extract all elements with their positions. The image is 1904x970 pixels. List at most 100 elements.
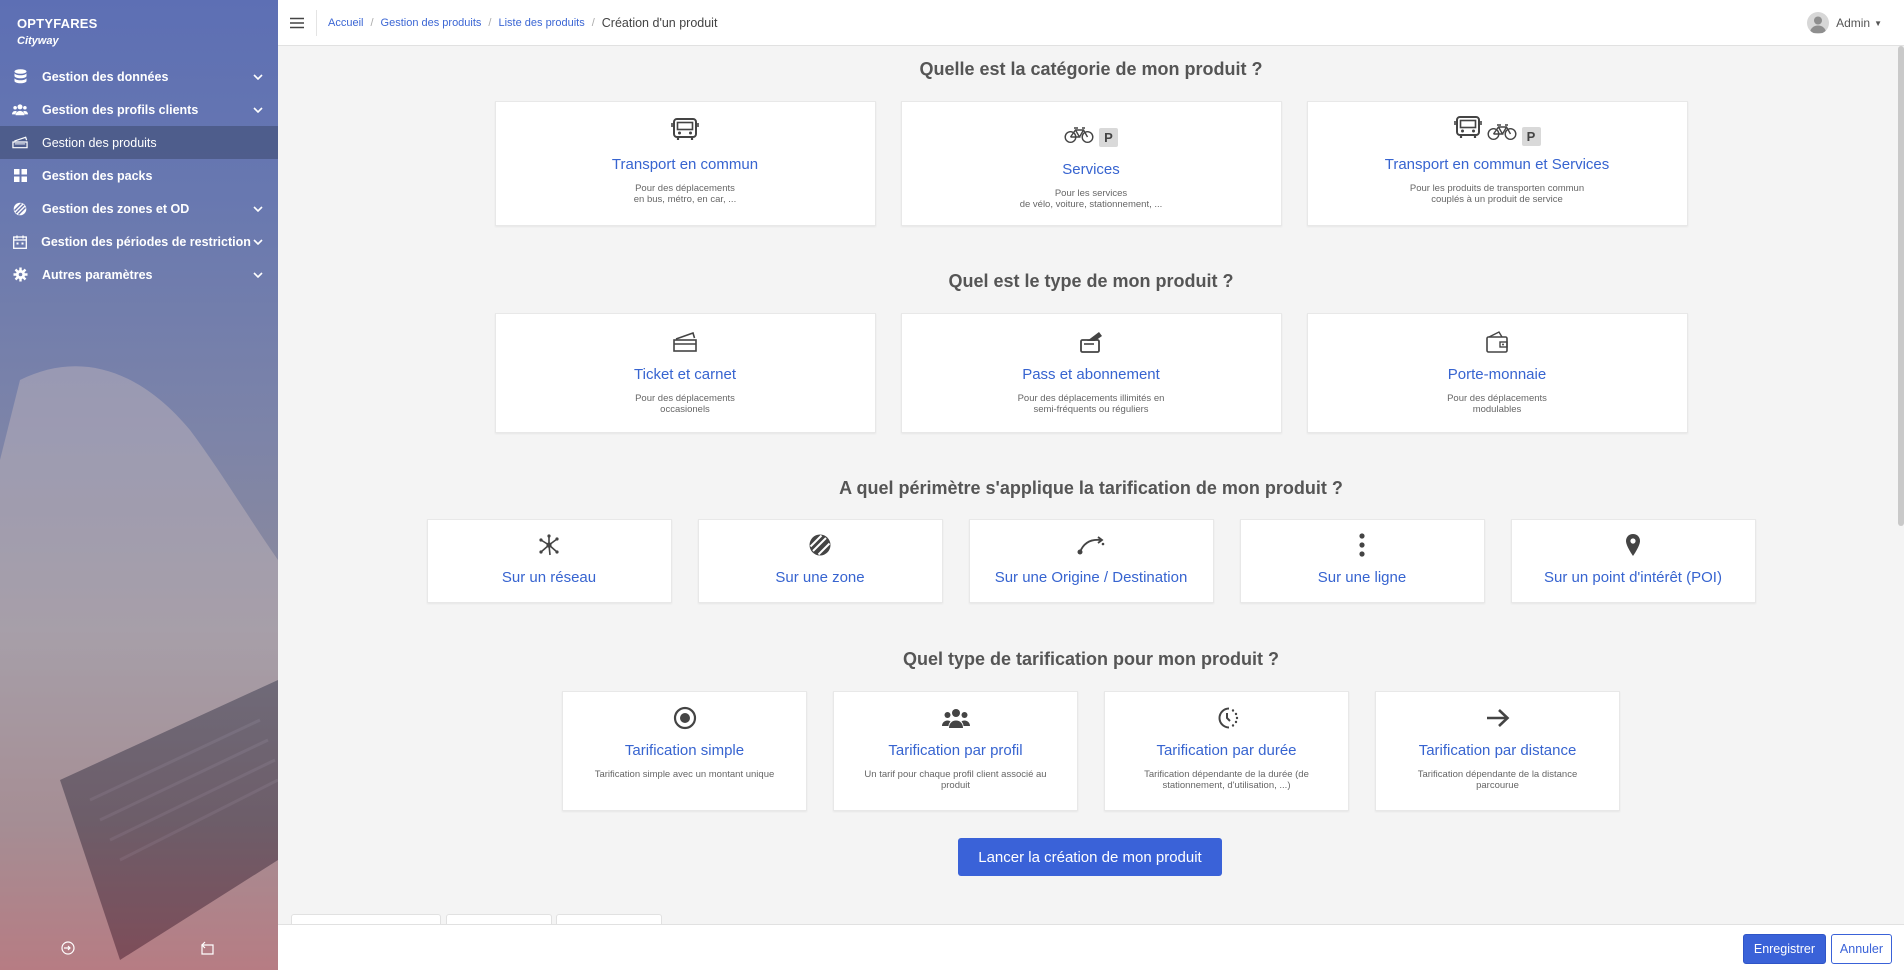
card-title: Sur un réseau: [501, 569, 597, 586]
launch-creation-button[interactable]: Lancer la création de mon produit: [958, 838, 1222, 876]
tab-stub[interactable]: [556, 914, 662, 924]
breadcrumb-current: Création d'un produit: [601, 16, 718, 30]
background-photo: [0, 366, 278, 970]
scope-card-poi[interactable]: Sur un point d'intérêt (POI): [1510, 519, 1756, 603]
user-menu[interactable]: Admin ▼: [1807, 12, 1882, 34]
card-description: Pour les services de vélo, voiture, stat…: [1019, 188, 1163, 210]
pricing-card-duration[interactable]: Tarification par durée Tarification dépe…: [1104, 691, 1349, 811]
bicycle-icon: [1064, 126, 1094, 149]
save-button[interactable]: Enregistrer: [1742, 934, 1826, 964]
bicycle-icon: [1486, 123, 1517, 146]
scope-card-network[interactable]: Sur un réseau: [426, 519, 672, 603]
bus-icon: [1453, 115, 1482, 146]
calendar-icon: [12, 234, 27, 250]
tab-stub[interactable]: [446, 914, 552, 924]
cancel-button[interactable]: Annuler: [1830, 934, 1892, 964]
category-card-transport-services[interactable]: P Transport en commun et Services Pour l…: [1306, 101, 1688, 226]
breadcrumb-separator: /: [370, 17, 374, 29]
parking-icon: P: [1099, 127, 1118, 147]
avatar: [1807, 12, 1830, 34]
breadcrumb-separator: /: [591, 17, 595, 29]
top-bar: Accueil / Gestion des produits / Liste d…: [278, 0, 1904, 46]
section-title-pricing: Quel type de tarification pour mon produ…: [902, 649, 1279, 669]
database-icon: [12, 69, 28, 85]
section-title-type: Quel est le type de mon produit ?: [948, 271, 1234, 291]
scrollbar-thumb[interactable]: [1898, 46, 1904, 526]
sidebar-item-label: Gestion des zones et OD: [42, 201, 190, 216]
breadcrumb: Accueil / Gestion des produits / Liste d…: [328, 16, 717, 30]
pricing-card-simple[interactable]: Tarification simple Tarification simple …: [562, 691, 807, 811]
product-wizard: Quelle est la catégorie de mon produit ?…: [278, 46, 1904, 924]
breadcrumb-products[interactable]: Gestion des produits: [381, 17, 482, 29]
user-name: Admin: [1836, 16, 1871, 30]
users-icon: [941, 708, 970, 733]
users-icon: [12, 102, 28, 118]
gear-icon: [12, 267, 28, 283]
type-card-wallet[interactable]: Porte-monnaie Pour des déplacements modu…: [1306, 313, 1688, 433]
type-card-ticket[interactable]: Ticket et carnet Pour des déplacements o…: [494, 313, 876, 433]
card-title: Transport en commun: [611, 156, 759, 173]
chevron-down-icon: [250, 205, 266, 212]
sidebar-item-zones[interactable]: Gestion des zones et OD: [0, 192, 278, 225]
brand-subtitle: Cityway: [17, 35, 59, 47]
chevron-down-icon: [251, 238, 266, 245]
card-title: Tarification simple: [624, 742, 745, 759]
category-cards: Transport en commun Pour des déplacement…: [278, 101, 1904, 226]
pass-icon: [1079, 331, 1103, 358]
sidebar-item-profils[interactable]: Gestion des profils clients: [0, 93, 278, 126]
card-description: Tarification dépendante de la distance p…: [1417, 769, 1578, 791]
card-description: Pour les produits de transporten commun …: [1409, 183, 1585, 205]
map-pin-icon: [1625, 533, 1641, 562]
breadcrumb-home[interactable]: Accueil: [328, 17, 363, 29]
sidebar-item-produits[interactable]: Gestion des produits: [0, 126, 278, 159]
card-title: Tarification par profil: [888, 742, 1023, 759]
scope-card-od[interactable]: Sur une Origine / Destination: [968, 519, 1214, 603]
logout-icon[interactable]: [60, 940, 76, 956]
route-icon: [1076, 534, 1106, 561]
type-card-pass[interactable]: Pass et abonnement Pour des déplacements…: [900, 313, 1282, 433]
sidebar-item-label: Gestion des périodes de restriction: [41, 234, 251, 249]
breadcrumb-product-list[interactable]: Liste des produits: [498, 17, 584, 29]
sidebar-item-parametres[interactable]: Autres paramètres: [0, 258, 278, 291]
section-title-category: Quelle est la catégorie de mon produit ?: [919, 59, 1263, 79]
sidebar-item-donnees[interactable]: Gestion des données: [0, 60, 278, 93]
chevron-down-icon: [250, 73, 266, 80]
card-title: Sur une Origine / Destination: [994, 569, 1188, 586]
form-footer: Enregistrer Annuler: [278, 924, 1904, 970]
category-card-services[interactable]: P Services Pour les services de vélo, vo…: [900, 101, 1282, 226]
card-description: Pour des déplacements modulables: [1447, 393, 1547, 415]
hamburger-icon[interactable]: [290, 16, 304, 29]
sidebar-item-periodes[interactable]: Gestion des périodes de restriction: [0, 225, 278, 258]
wallet-icon: [1485, 330, 1509, 358]
sidebar-item-packs[interactable]: Gestion des packs: [0, 159, 278, 192]
card-title: Sur un point d'intérêt (POI): [1544, 569, 1722, 586]
type-cards: Ticket et carnet Pour des déplacements o…: [278, 313, 1904, 433]
card-description: Un tarif pour chaque profil client assoc…: [864, 769, 1047, 791]
sidebar-item-label: Gestion des produits: [42, 135, 157, 150]
zone-icon: [808, 533, 832, 562]
breadcrumb-separator: /: [488, 17, 492, 29]
grid-icon: [12, 168, 28, 184]
card-title: Sur une ligne: [1317, 569, 1407, 586]
bus-icon: [671, 117, 699, 148]
switch-icon[interactable]: [199, 940, 215, 956]
sidebar-nav: Gestion des données Gestion des profils …: [0, 60, 278, 291]
divider: [316, 10, 317, 36]
scope-card-line[interactable]: Sur une ligne: [1239, 519, 1485, 603]
sidebar-item-label: Autres paramètres: [42, 267, 153, 282]
brand: OPTYFARES Cityway: [17, 16, 98, 47]
card-description: Pour des déplacements occasionels: [635, 393, 735, 415]
scope-card-zone[interactable]: Sur une zone: [697, 519, 943, 603]
radio-target-icon: [673, 706, 697, 735]
pricing-card-distance[interactable]: Tarification par distance Tarification d…: [1375, 691, 1620, 811]
sidebar-item-label: Gestion des données: [42, 69, 169, 84]
card-title: Ticket et carnet: [634, 366, 736, 383]
category-card-transport[interactable]: Transport en commun Pour des déplacement…: [494, 101, 876, 226]
tab-stub[interactable]: [291, 914, 441, 924]
pricing-card-profile[interactable]: Tarification par profil Un tarif pour ch…: [833, 691, 1078, 811]
brand-name: OPTYFARES: [17, 16, 98, 31]
sidebar-item-label: Gestion des packs: [42, 168, 153, 183]
card-title: Transport en commun et Services: [1384, 156, 1610, 173]
pricing-cards: Tarification simple Tarification simple …: [278, 691, 1904, 811]
network-icon: [538, 533, 560, 561]
